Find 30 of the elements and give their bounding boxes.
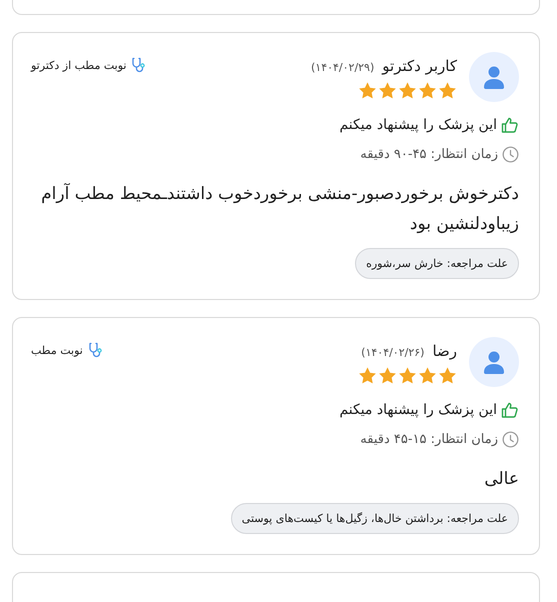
review-date: (۱۴۰۴/۰۲/۲۹) [311, 61, 374, 74]
visit-reason-tag: علت مراجعه: خارش سر،شوره [355, 248, 519, 279]
wait-time: زمان انتظار: ۴۵-۹۰ دقیقه [360, 147, 498, 162]
star-icon [358, 366, 377, 385]
recommendation-text: این پزشک را پیشنهاد میکنم [339, 117, 497, 133]
review-date: (۱۴۰۴/۰۲/۲۶) [361, 346, 424, 359]
stethoscope-icon [86, 342, 103, 358]
review-comment: عالی [483, 468, 519, 491]
user-name: کاربر دکترتو [382, 57, 457, 75]
appointment-source: نوبت مطب [31, 344, 83, 356]
stethoscope-icon [130, 57, 146, 73]
star-icon [438, 366, 457, 385]
star-icon [378, 81, 397, 100]
avatar-icon [469, 337, 519, 387]
recommendation-text: این پزشک را پیشنهاد میکنم [339, 402, 497, 418]
wait-time: زمان انتظار: ۱۵-۴۵ دقیقه [360, 432, 498, 447]
star-icon [398, 81, 417, 100]
appointment-source: نوبت مطب از دکترتو [31, 58, 126, 72]
review-comment: دکترخوش برخوردصبور-منشی برخوردخوب داشتندـمحیط مطب آرام زیباودلنشین بود [40, 182, 519, 236]
user-name: رضا [432, 342, 457, 360]
star-icon [418, 81, 437, 100]
star-icon [418, 366, 437, 385]
star-icon [438, 81, 457, 100]
star-icon [378, 366, 397, 385]
visit-reason-tag: علت مراجعه: برداشتن خال‌ها، زگیل‌ها یا کیست‌های پوستی [230, 503, 519, 534]
clock-icon [502, 431, 519, 448]
star-icon [358, 81, 377, 100]
clock-icon [502, 146, 519, 163]
avatar-icon [469, 52, 519, 102]
star-icon [398, 366, 417, 385]
